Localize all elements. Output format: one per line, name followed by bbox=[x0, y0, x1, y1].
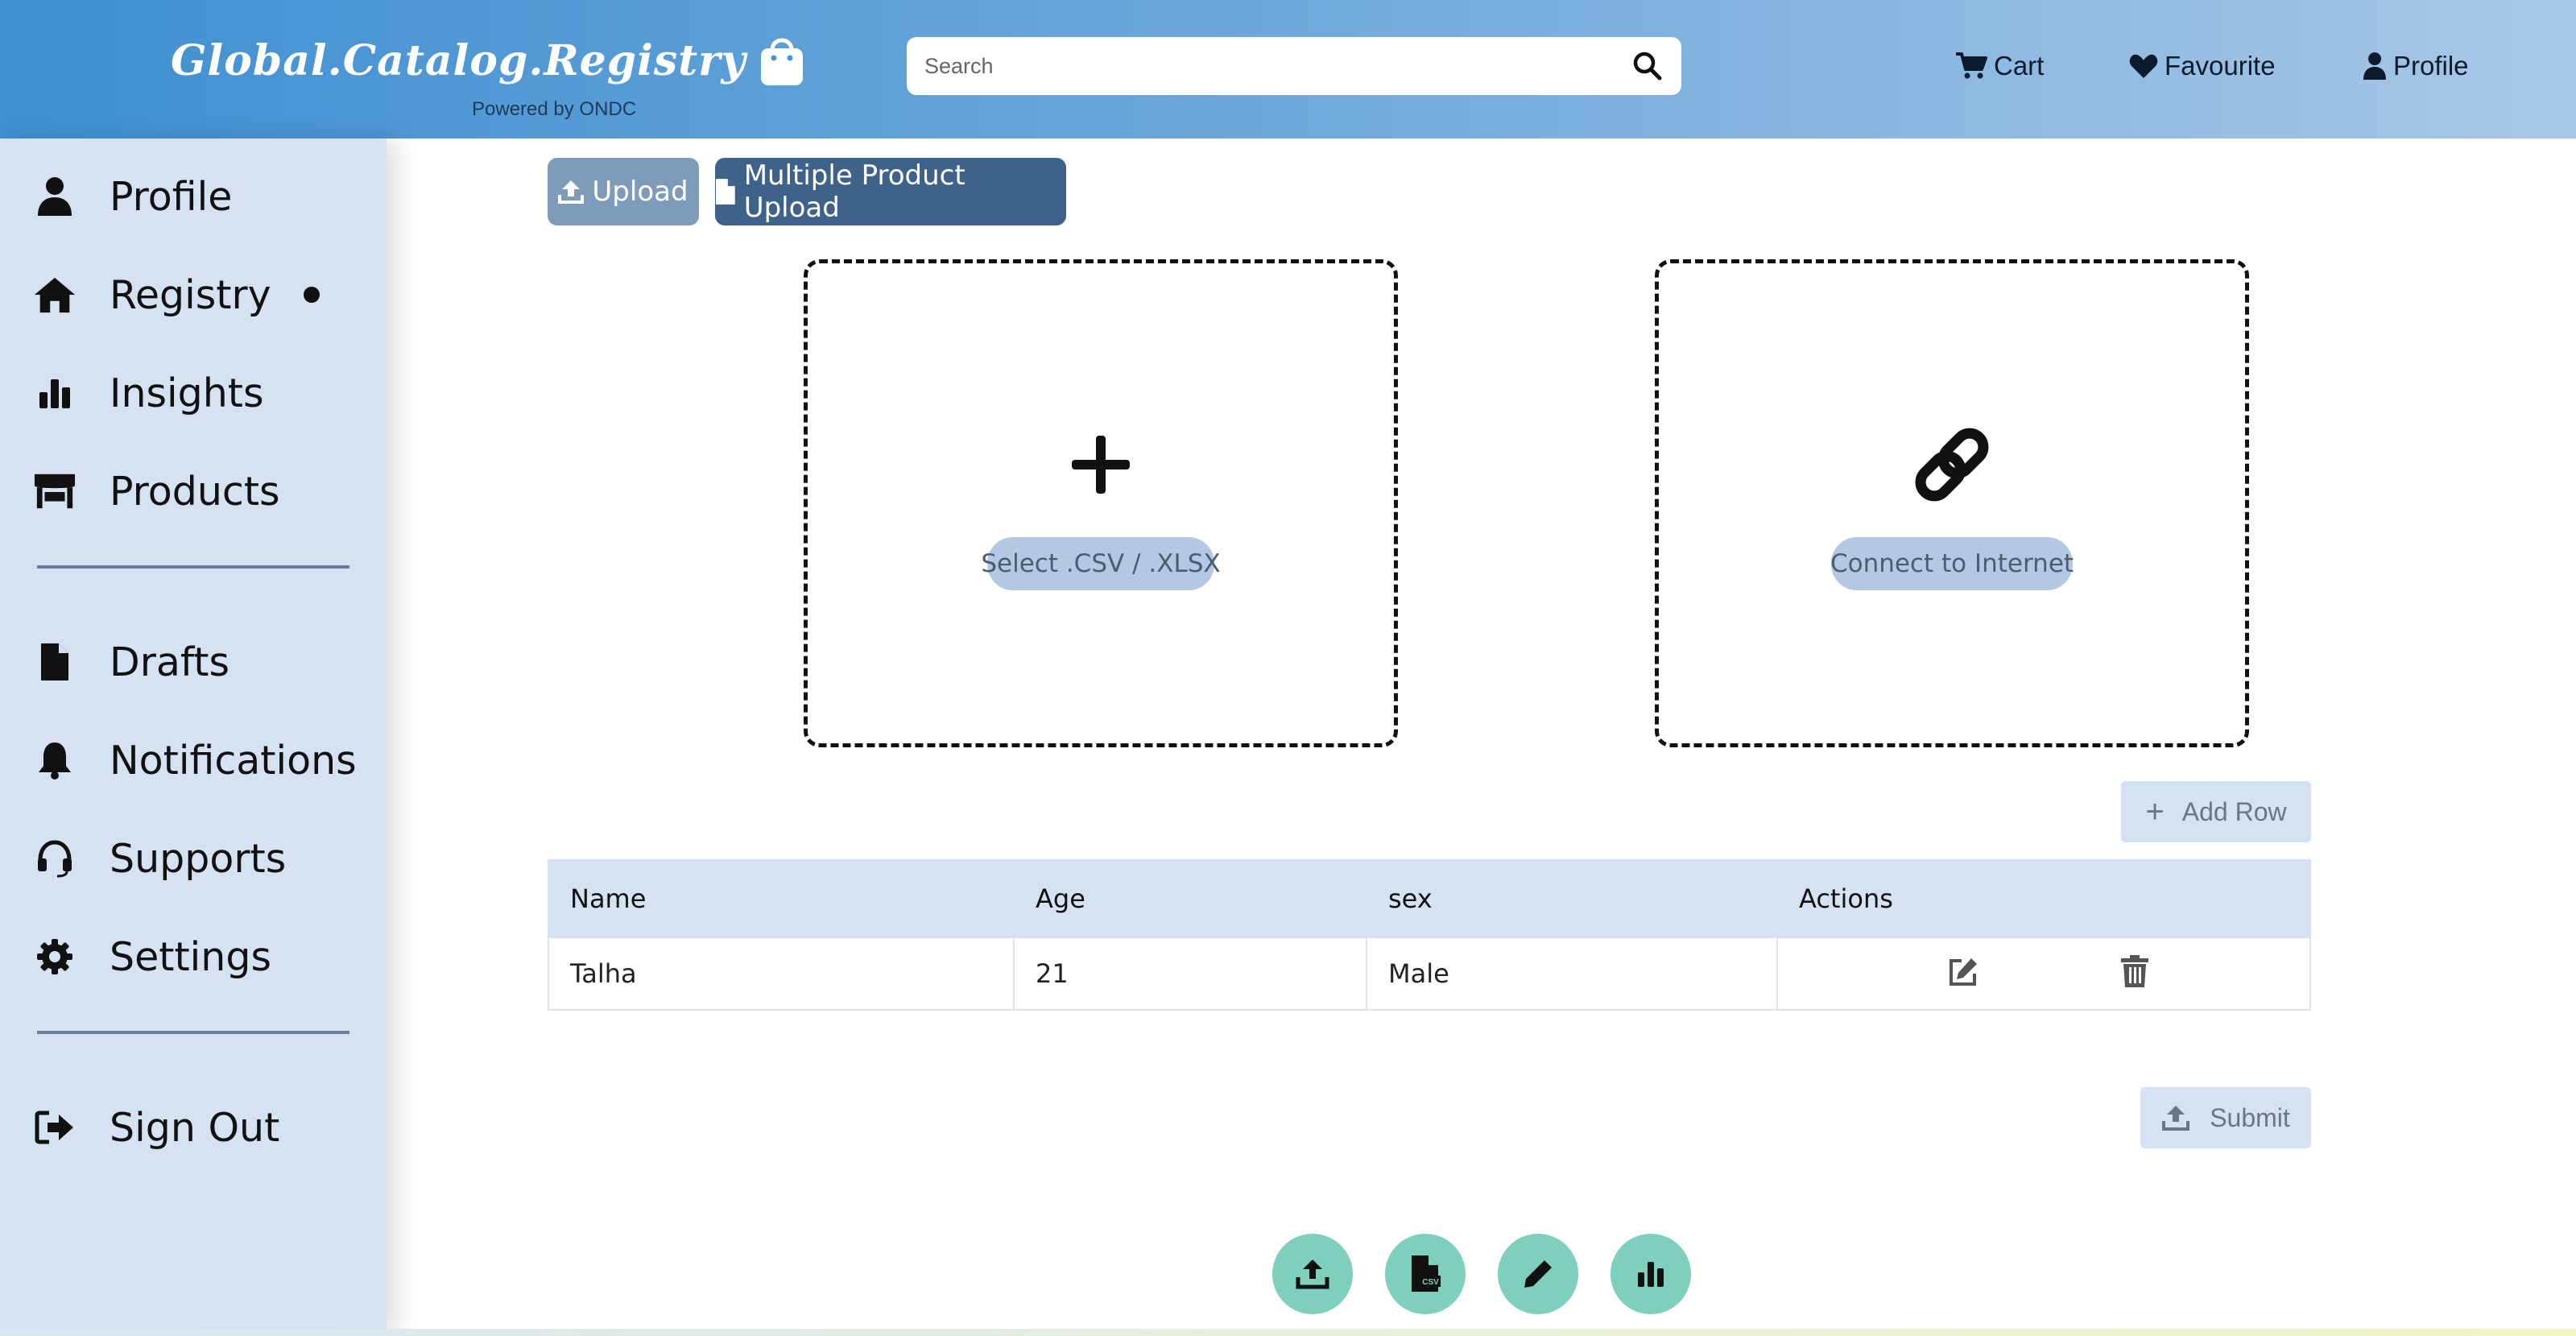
plus-icon: + bbox=[2145, 793, 2165, 829]
nav-profile[interactable]: Profile bbox=[2363, 47, 2469, 85]
fab-insights[interactable] bbox=[1611, 1234, 1691, 1314]
csv-file-icon: CSV bbox=[1412, 1255, 1441, 1292]
sidebar-item-label: Products bbox=[110, 468, 280, 515]
svg-text:CSV: CSV bbox=[1422, 1278, 1439, 1287]
headset-icon bbox=[34, 838, 76, 879]
fab-csv[interactable]: CSV bbox=[1385, 1234, 1466, 1314]
sidebar-item-label: Sign Out bbox=[110, 1104, 280, 1151]
bell-icon bbox=[34, 739, 76, 781]
cart-icon bbox=[1956, 52, 1987, 79]
sign-out-icon bbox=[34, 1106, 76, 1148]
sidebar-item-supports[interactable]: Supports bbox=[34, 826, 286, 891]
store-icon bbox=[34, 470, 76, 512]
sidebar-item-registry[interactable]: Registry bbox=[34, 263, 320, 327]
csv-xlsx-drop-zone[interactable]: Select .CSV / .XLSX bbox=[804, 259, 1398, 747]
nav-profile-label: Profile bbox=[2393, 51, 2469, 81]
pencil-icon bbox=[1524, 1260, 1552, 1288]
upload-icon bbox=[1296, 1259, 1329, 1289]
sidebar-item-sign-out[interactable]: Sign Out bbox=[34, 1095, 279, 1160]
table-row: Talha 21 Male bbox=[548, 937, 2311, 1011]
user-icon bbox=[2363, 52, 2386, 80]
sidebar: Profile Registry Insights Products Draft… bbox=[0, 139, 387, 1336]
search-input[interactable] bbox=[907, 37, 1631, 95]
sidebar-item-profile[interactable]: Profile bbox=[34, 164, 232, 229]
nav-cart[interactable]: Cart bbox=[1955, 47, 2044, 85]
fab-edit[interactable] bbox=[1498, 1234, 1578, 1314]
heart-icon bbox=[2129, 54, 2158, 78]
sidebar-item-label: Insights bbox=[110, 370, 264, 416]
sidebar-item-notifications[interactable]: Notifications bbox=[34, 728, 357, 792]
sidebar-item-label: Registry bbox=[110, 271, 271, 318]
table-header-row: Name Age sex Actions bbox=[548, 859, 2311, 938]
select-file-button[interactable]: Select .CSV / .XLSX bbox=[981, 537, 1221, 590]
user-icon bbox=[34, 176, 76, 217]
bar-chart-icon bbox=[1638, 1262, 1664, 1287]
add-row-label: Add Row bbox=[2181, 796, 2287, 826]
fab-upload[interactable] bbox=[1272, 1234, 1353, 1314]
multiple-product-upload-button[interactable]: Multiple Product Upload bbox=[715, 158, 1066, 225]
add-row-button[interactable]: + Add Row bbox=[2121, 781, 2311, 842]
upload-button-label: Upload bbox=[592, 176, 688, 208]
submit-button[interactable]: Submit bbox=[2140, 1087, 2311, 1148]
nav-cart-label: Cart bbox=[1994, 51, 2045, 81]
sidebar-item-insights[interactable]: Insights bbox=[34, 361, 264, 425]
search-bar bbox=[907, 37, 1681, 95]
submit-label: Submit bbox=[2210, 1102, 2290, 1132]
logo-text: Global.Catalog.Registry bbox=[171, 35, 746, 85]
edit-icon[interactable] bbox=[1947, 956, 1979, 988]
nav-favourite-label: Favourite bbox=[2165, 51, 2276, 81]
bar-chart-icon bbox=[34, 372, 76, 414]
sidebar-item-drafts[interactable]: Drafts bbox=[34, 630, 229, 694]
sidebar-item-label: Drafts bbox=[110, 639, 230, 685]
column-header-actions: Actions bbox=[1776, 859, 2311, 938]
file-icon bbox=[34, 641, 76, 683]
connect-internet-button[interactable]: Connect to Internet bbox=[1830, 537, 2074, 590]
top-header: Global.Catalog.Registry Powered by ONDC … bbox=[0, 0, 2576, 139]
home-icon bbox=[34, 274, 76, 316]
cell-age: 21 bbox=[1013, 937, 1367, 1011]
sidebar-item-products[interactable]: Products bbox=[34, 459, 280, 523]
multiple-product-upload-label: Multiple Product Upload bbox=[743, 159, 965, 224]
sidebar-item-label: Settings bbox=[110, 933, 271, 980]
active-indicator-dot bbox=[303, 287, 320, 303]
file-icon bbox=[715, 179, 735, 205]
sidebar-item-settings[interactable]: Settings bbox=[34, 924, 271, 989]
cell-sex: Male bbox=[1366, 937, 1778, 1011]
nav-favourite[interactable]: Favourite bbox=[2129, 47, 2276, 85]
upload-icon bbox=[2162, 1106, 2190, 1131]
cell-name: Talha bbox=[548, 937, 1015, 1011]
bottom-strip bbox=[0, 1329, 2576, 1336]
sidebar-divider bbox=[37, 1031, 349, 1034]
sidebar-item-label: Notifications bbox=[110, 737, 357, 784]
data-table: Name Age sex Actions Talha 21 Male bbox=[548, 859, 2311, 1011]
shopping-bag-icon bbox=[760, 38, 803, 85]
sidebar-item-label: Profile bbox=[110, 173, 233, 220]
app-logo[interactable]: Global.Catalog.Registry bbox=[171, 32, 806, 89]
cell-actions bbox=[1776, 937, 2311, 1011]
logo-subtitle: Powered by ONDC bbox=[472, 98, 637, 120]
column-header-sex: sex bbox=[1366, 859, 1778, 938]
column-header-age: Age bbox=[1013, 859, 1367, 938]
search-icon[interactable] bbox=[1631, 50, 1664, 82]
link-icon bbox=[1915, 428, 1989, 502]
column-header-name: Name bbox=[548, 859, 1015, 938]
sidebar-divider bbox=[37, 565, 349, 569]
upload-button[interactable]: Upload bbox=[548, 158, 699, 225]
plus-icon bbox=[1072, 436, 1130, 494]
sidebar-item-label: Supports bbox=[110, 835, 287, 882]
trash-icon[interactable] bbox=[2119, 954, 2150, 988]
connect-internet-zone[interactable]: Connect to Internet bbox=[1655, 259, 2249, 747]
upload-icon bbox=[558, 180, 585, 204]
gear-icon bbox=[34, 936, 76, 978]
